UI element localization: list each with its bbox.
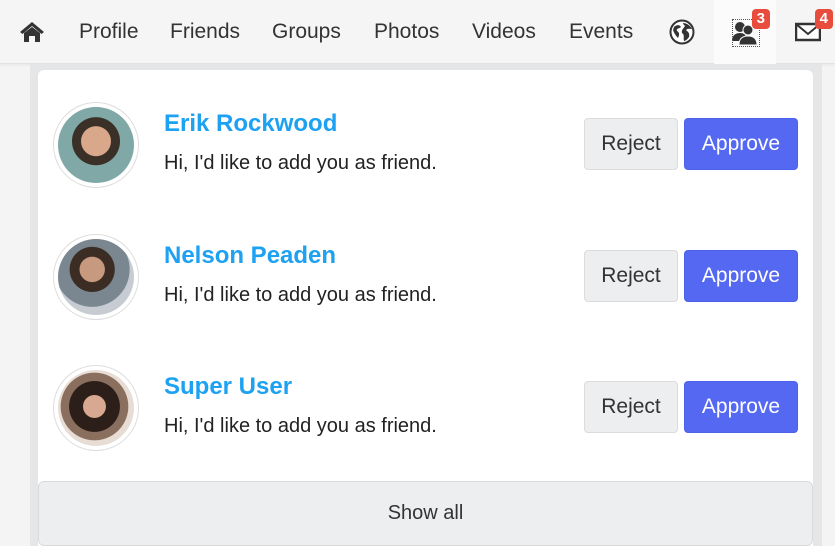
globe-button[interactable] [652,0,712,64]
requester-name[interactable]: Nelson Peaden [164,242,336,270]
home-icon [20,22,44,42]
reject-button[interactable]: Reject [584,118,678,170]
reject-button[interactable]: Reject [584,250,678,302]
friend-request-item: Nelson Peaden Hi, I'd like to add you as… [38,202,813,333]
friend-requests-badge: 3 [751,9,770,29]
request-message: Hi, I'd like to add you as friend. [164,415,437,437]
nav-groups[interactable]: Groups [272,0,341,64]
reject-button[interactable]: Reject [584,381,678,433]
avatar[interactable] [53,365,139,451]
approve-button[interactable]: Approve [684,118,798,170]
requester-name[interactable]: Erik Rockwood [164,110,337,138]
show-all-button[interactable]: Show all [38,481,813,546]
globe-icon [669,19,695,45]
nav-profile[interactable]: Profile [79,0,139,64]
friend-request-item: Erik Rockwood Hi, I'd like to add you as… [38,70,813,201]
messages-button[interactable]: 4 [778,0,835,64]
avatar-photo [58,239,134,315]
home-button[interactable] [12,0,52,64]
nav-videos[interactable]: Videos [472,0,536,64]
top-navbar: Profile Friends Groups Photos Videos Eve… [0,0,835,64]
messages-badge: 4 [814,9,833,29]
nav-events[interactable]: Events [569,0,633,64]
nav-friends[interactable]: Friends [170,0,240,64]
avatar[interactable] [53,102,139,188]
requester-name[interactable]: Super User [164,373,292,401]
request-message: Hi, I'd like to add you as friend. [164,284,437,306]
friend-requests-dropdown: Erik Rockwood Hi, I'd like to add you as… [38,70,813,546]
friend-request-item: Super User Hi, I'd like to add you as fr… [38,333,813,464]
nav-photos[interactable]: Photos [374,0,439,64]
avatar[interactable] [53,234,139,320]
approve-button[interactable]: Approve [684,381,798,433]
approve-button[interactable]: Approve [684,250,798,302]
request-message: Hi, I'd like to add you as friend. [164,152,437,174]
avatar-photo [58,107,134,183]
friend-requests-button[interactable]: 3 [714,0,776,64]
avatar-photo [58,370,134,446]
